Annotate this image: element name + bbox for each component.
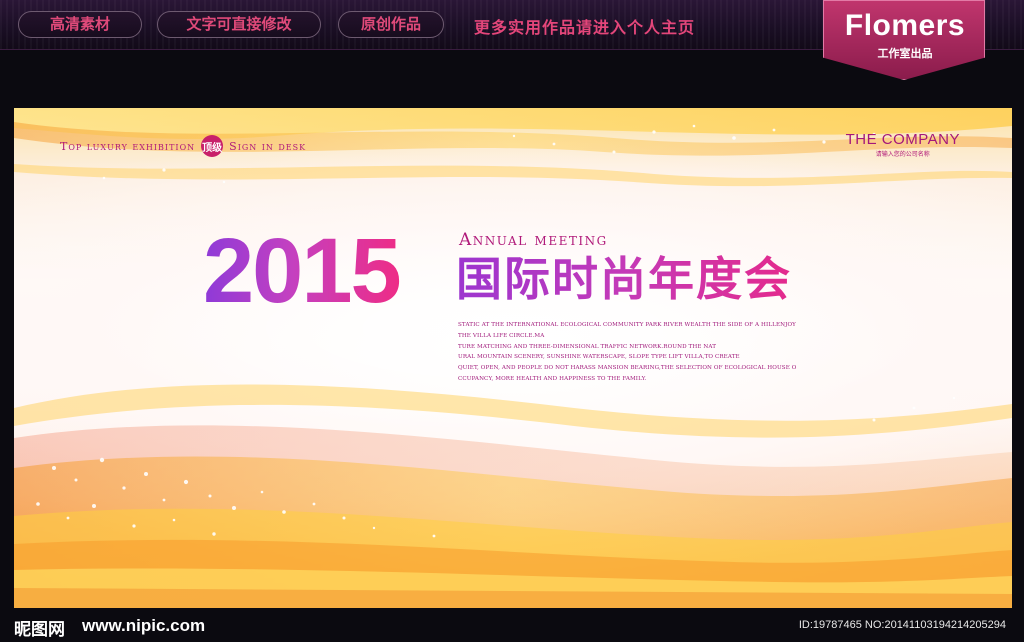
annual-meeting-poster: Top luxury exhibition 顶级 Sign in desk TH… (14, 108, 1012, 608)
description-line: CCUPANCY, MORE HEALTH AND HAPPINESS TO T… (458, 375, 647, 382)
company-block: THE COMPANY 请输入您的公司名称 (846, 131, 960, 158)
nipic-logo[interactable]: 昵图网 (14, 615, 65, 640)
annual-meeting-label: Annual meeting (459, 230, 608, 250)
description-line: URAL MOUNTAIN SCENERY, SUNSHINE WATERSCA… (458, 354, 740, 361)
tagline-left: Top luxury exhibition (60, 139, 196, 153)
top-slogan[interactable]: 更多实用作品请进入个人主页 (474, 14, 695, 38)
brand-subtitle: 工作室出品 (877, 47, 933, 60)
brand-badge: Flomers 工作室出品 (823, 0, 985, 80)
description-line: TURE MATCHING AND THREE-DIMENSIONAL TRAF… (458, 343, 717, 350)
event-title-cn: 国际时尚年度会 (456, 252, 792, 306)
description-line: QUIET, OPEN, AND PEOPLE DO NOT HARASS MA… (458, 365, 797, 372)
pill-original-work[interactable]: 原创作品 (338, 11, 444, 38)
description-line: THE VILLA LIFE CIRCLE.MA (458, 332, 545, 339)
tagline-right: Sign in desk (229, 139, 307, 153)
company-subtitle: 请输入您的公司名称 (875, 151, 930, 158)
pill-editable-text[interactable]: 文字可直接修改 (157, 11, 321, 38)
company-name: THE COMPANY (845, 131, 960, 148)
pill-hd-material[interactable]: 高清素材 (18, 11, 142, 38)
description-line: STATIC AT THE INTERNATIONAL ECOLOGICAL C… (458, 322, 796, 328)
event-description: STATIC AT THE INTERNATIONAL ECOLOGICAL C… (458, 320, 848, 385)
footer-bar: 昵图网 www.nipic.com ID:19787465 NO:2014110… (0, 608, 1024, 642)
top-level-tag: 顶级 (201, 135, 224, 157)
brand-name: Flomers (844, 9, 966, 42)
image-id-label: ID:19787465 NO:20141103194214205294 (798, 619, 1006, 631)
nipic-url-link[interactable]: www.nipic.com (82, 616, 205, 636)
event-year: 2015 (203, 220, 402, 322)
top-tagline: Top luxury exhibition 顶级 Sign in desk (60, 135, 306, 157)
